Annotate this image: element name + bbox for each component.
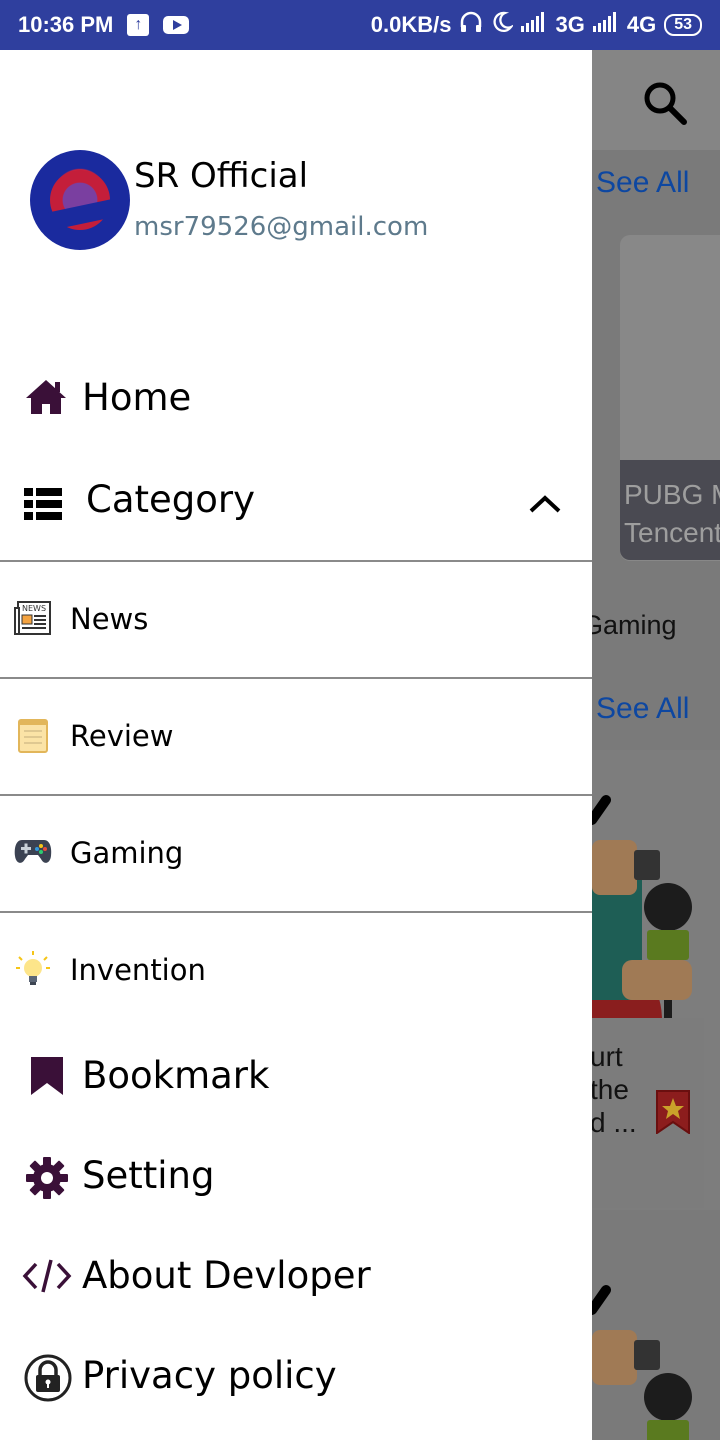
signal-icon-2 (592, 12, 619, 38)
category-item-invention[interactable]: Invention (0, 941, 592, 1001)
category-label-review: Review (70, 719, 174, 753)
navigation-drawer: SR Official msr79526@gmail.com Home Cate… (0, 50, 592, 1440)
divider (0, 794, 592, 796)
notepad-icon (18, 717, 48, 753)
lightbulb-icon (16, 951, 50, 989)
see-all-link-2[interactable]: See All (596, 692, 689, 726)
menu-item-setting[interactable]: Setting (0, 1146, 592, 1210)
divider (0, 560, 592, 562)
menu-item-bookmark[interactable]: Bookmark (0, 1046, 592, 1110)
net-speed: 0.0KB/s (370, 12, 452, 37)
upload-icon: ↑ (127, 14, 150, 36)
code-icon (22, 1258, 72, 1294)
moon-icon (491, 11, 515, 39)
menu-item-home[interactable]: Home (0, 370, 592, 430)
menu-label-category: Category (86, 478, 256, 521)
network-4g: 4G (626, 12, 657, 37)
svg-text:NEWS: NEWS (22, 604, 46, 613)
menu-label-bookmark: Bookmark (82, 1054, 270, 1097)
menu-item-about[interactable]: About Devloper (0, 1246, 592, 1310)
network-3g: 3G (555, 12, 585, 37)
menu-item-category[interactable]: Category (0, 470, 592, 534)
press-illustration-2 (592, 1285, 692, 1440)
bookmark-star-icon[interactable] (656, 1090, 690, 1134)
category-label-gaming: Gaming (70, 836, 184, 870)
menu-item-privacy[interactable]: Privacy policy (0, 1346, 592, 1410)
menu-label-privacy: Privacy policy (82, 1354, 337, 1397)
category-label-news: News (70, 602, 149, 636)
gamepad-icon (14, 838, 52, 866)
search-icon[interactable] (640, 78, 688, 126)
lock-icon (24, 1354, 72, 1402)
category-item-gaming[interactable]: Gaming (0, 824, 592, 884)
signal-icon-1 (521, 12, 547, 38)
list-icon (24, 488, 62, 520)
background-app: See All PUBG M Tencent Gaming See All ur… (592, 50, 720, 1440)
article-snippet: urt the d ... (592, 1041, 637, 1138)
press-illustration (592, 795, 692, 1050)
menu-label-setting: Setting (82, 1154, 215, 1197)
divider (0, 677, 592, 679)
status-bar: 10:36 PM ↑ 0.0KB/s 3G 4G 53 (0, 0, 720, 50)
profile-name: SR Official (134, 156, 309, 196)
category-item-review[interactable]: Review (0, 707, 592, 767)
divider (0, 911, 592, 913)
section-label: Gaming (592, 610, 677, 640)
home-icon (24, 378, 68, 416)
category-label-invention: Invention (70, 953, 206, 987)
battery-indicator: 53 (664, 14, 702, 36)
avatar[interactable] (30, 150, 130, 250)
youtube-icon (163, 16, 190, 34)
headphones-icon (459, 11, 483, 39)
card-title: PUBG M Tencent (624, 479, 720, 548)
menu-label-home: Home (82, 376, 192, 419)
gear-icon (25, 1156, 69, 1200)
newspaper-icon: NEWS (14, 600, 52, 636)
profile-email: msr79526@gmail.com (134, 212, 429, 242)
bookmark-icon (30, 1056, 64, 1096)
see-all-link[interactable]: See All (596, 166, 689, 200)
chevron-up-icon[interactable] (528, 494, 562, 514)
menu-label-about: About Devloper (82, 1254, 371, 1297)
status-time: 10:36 PM (18, 12, 114, 37)
category-item-news[interactable]: NEWS News (0, 590, 592, 650)
